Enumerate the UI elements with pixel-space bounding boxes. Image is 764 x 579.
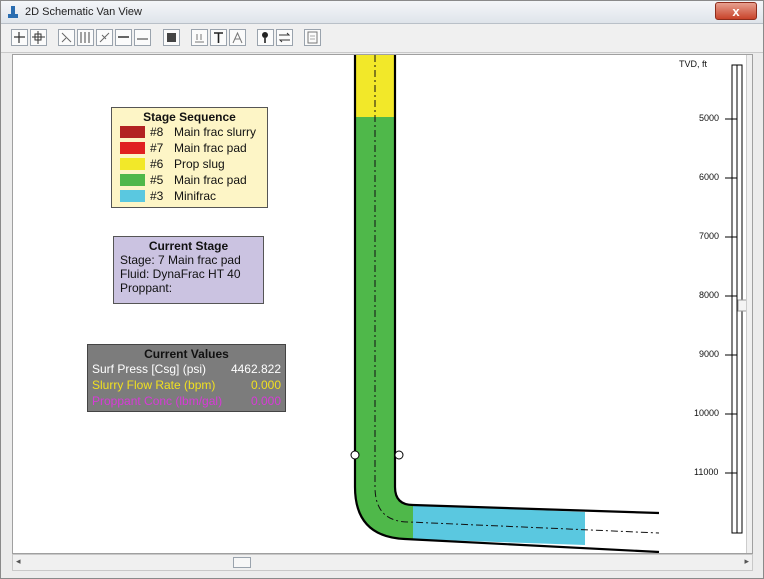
dash-tool-button[interactable] <box>134 29 151 46</box>
marker-tool-button[interactable] <box>257 29 274 46</box>
line-icon <box>118 36 129 38</box>
window-title: 2D Schematic Van View <box>25 6 142 18</box>
label-icon <box>232 31 243 44</box>
centerline <box>374 55 660 534</box>
proppant-conc-label: Proppant Conc (lbm/gal) <box>92 394 223 408</box>
legend-icon <box>195 34 204 43</box>
grid-tool-button[interactable] <box>77 29 94 46</box>
legend-swatch <box>120 158 145 170</box>
legend-item: #7 Main frac pad <box>112 140 267 156</box>
legend-item-number: #8 <box>150 125 164 139</box>
surf-press-label: Surf Press [Csg] (psi) <box>92 362 207 376</box>
legend-item-name: Prop slug <box>174 157 225 171</box>
toolbar <box>1 24 763 53</box>
packer-left-icon <box>350 450 360 460</box>
vertical-scrollbar[interactable] <box>746 55 752 553</box>
current-values-title: Current Values <box>144 347 229 361</box>
scroll-right-icon[interactable]: ▸ <box>744 556 749 567</box>
legend-swatch <box>120 174 145 186</box>
scale-tool-button[interactable] <box>96 29 113 46</box>
flow-tool-button[interactable] <box>276 29 293 46</box>
legend-item-number: #7 <box>150 141 164 155</box>
current-stage-stage: Stage: 7 Main frac pad <box>120 253 241 267</box>
legend-item-name: Main frac slurry <box>174 125 257 139</box>
current-stage-panel: Current Stage Stage: 7 Main frac pad Flu… <box>113 236 264 304</box>
legend-title: Stage Sequence <box>143 110 236 124</box>
proppant-conc-row: Proppant Conc (lbm/gal) 0.000 <box>88 393 285 409</box>
app-icon <box>8 6 18 18</box>
title-bar: 2D Schematic Van View x <box>1 1 763 24</box>
legend-item-number: #5 <box>150 173 164 187</box>
casing-outer-line <box>353 55 660 553</box>
document-icon <box>307 31 318 44</box>
legend-item-name: Main frac pad <box>174 173 247 187</box>
text-tool-button[interactable] <box>210 29 227 46</box>
legend-swatch <box>120 142 145 154</box>
legend-item-number: #3 <box>150 189 164 203</box>
legend-item: #6 Prop slug <box>112 156 267 172</box>
horizontal-scrollbar[interactable]: ◂ ▸ <box>12 554 753 571</box>
slurry-rate-row: Slurry Flow Rate (bpm) 0.000 <box>88 377 285 393</box>
depth-tick: 10000 <box>694 408 720 418</box>
legend-item-name: Main frac pad <box>174 141 247 155</box>
legend-item-name: Minifrac <box>174 189 217 203</box>
line-tool-button[interactable] <box>115 29 132 46</box>
legend-tool-button[interactable] <box>191 29 208 46</box>
crosshair-icon <box>32 31 45 44</box>
current-stage-proppant: Proppant: <box>120 281 173 295</box>
depth-tick: 5000 <box>699 113 720 123</box>
text-icon <box>214 32 223 43</box>
current-values-panel: Current Values Surf Press [Csg] (psi) 44… <box>87 344 286 412</box>
surf-press-value: 4462.822 <box>230 362 281 376</box>
scroll-left-icon[interactable]: ◂ <box>16 556 21 567</box>
curve-section <box>355 487 413 539</box>
zoom-tool-button[interactable] <box>30 29 47 46</box>
depth-tick: 9000 <box>699 349 720 359</box>
legend-item-number: #6 <box>150 157 164 171</box>
app-window: 2D Schematic Van View x TVD, ft 5000 600… <box>0 0 764 579</box>
casing-inner-line <box>393 55 660 515</box>
slurry-rate-label: Slurry Flow Rate (bpm) <box>92 378 216 392</box>
depth-tick: 6000 <box>699 172 720 182</box>
close-button[interactable]: x <box>715 2 757 20</box>
surf-press-row: Surf Press [Csg] (psi) 4462.822 <box>88 361 285 377</box>
depth-tick: 7000 <box>699 231 720 241</box>
flow-icon <box>278 32 291 43</box>
print-tool-button[interactable] <box>304 29 321 46</box>
legend-swatch <box>120 126 145 138</box>
legend-item: #5 Main frac pad <box>112 172 267 188</box>
pan-tool-button[interactable] <box>11 29 28 46</box>
legend-item: #3 Minifrac <box>112 188 267 204</box>
record-tool-button[interactable] <box>163 29 180 46</box>
current-stage-title: Current Stage <box>148 239 229 253</box>
schematic-canvas[interactable]: TVD, ft 5000 6000 7000 8000 9000 10000 1… <box>12 54 753 554</box>
label-tool-button[interactable] <box>229 29 246 46</box>
proppant-conc-value: 0.000 <box>250 394 281 408</box>
scroll-thumb[interactable] <box>233 557 251 568</box>
slurry-rate-value: 0.000 <box>250 378 281 392</box>
packer-right-icon <box>394 450 404 460</box>
dash-icon <box>137 38 148 40</box>
stage-sequence-legend: Stage Sequence #8 Main frac slurry #7 Ma… <box>111 107 268 208</box>
record-icon <box>167 33 176 42</box>
depth-axis-label: TVD, ft <box>679 59 708 69</box>
marker-icon <box>262 32 268 43</box>
depth-tick: 11000 <box>694 467 719 477</box>
scale-icon <box>99 32 110 43</box>
legend-item: #8 Main frac slurry <box>112 124 267 140</box>
pan-icon <box>14 32 25 43</box>
current-stage-fluid: Fluid: DynaFrac HT 40 <box>120 267 241 281</box>
depth-icon <box>61 32 72 43</box>
depth-tool-button[interactable] <box>58 29 75 46</box>
depth-tick: 8000 <box>699 290 720 300</box>
grid-icon <box>80 32 90 43</box>
legend-swatch <box>120 190 145 202</box>
minifrac-section <box>413 505 585 545</box>
